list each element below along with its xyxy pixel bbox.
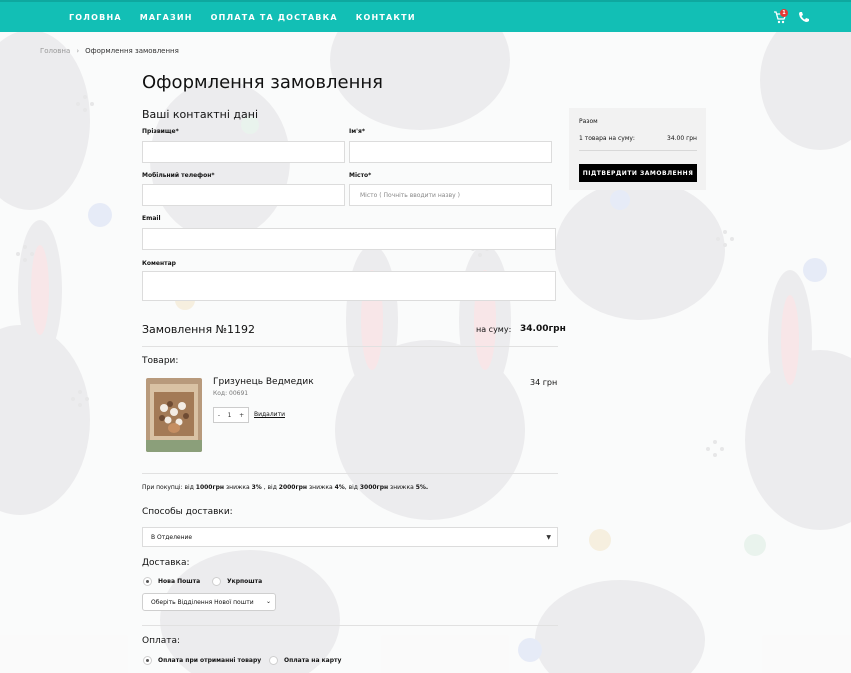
promo-threshold: 2000грн [278, 484, 308, 491]
nav-payment-delivery[interactable]: ОПЛАТА ТА ДОСТАВКА [211, 13, 338, 22]
comment-label: Коментар [142, 260, 176, 267]
order-sum-label: на суму: [476, 325, 512, 334]
payment-option-label: Оплата на карту [284, 657, 342, 664]
surname-field[interactable] [142, 141, 345, 163]
city-field[interactable]: Місто ( Почніть вводити назву ) [349, 184, 552, 206]
payment-cash-on-delivery[interactable]: Оплата при отриманні товару [143, 656, 261, 665]
summary-title: Разом [579, 118, 598, 125]
payment-option-label: Оплата при отриманні товару [158, 657, 262, 664]
promo-text: , від [344, 484, 360, 491]
phone-field[interactable] [142, 184, 345, 206]
quantity-stepper: - 1 + [213, 407, 249, 423]
confirm-order-button[interactable]: ПІДТВЕРДИТИ ЗАМОВЛЕННЯ [579, 164, 697, 182]
qty-minus-button[interactable]: - [218, 412, 220, 419]
promo-text: знижка [388, 484, 416, 491]
comment-textarea[interactable] [142, 271, 556, 301]
email-field[interactable] [142, 228, 556, 250]
order-summary: Разом 1 товара на суму: 34.00 грн ПІДТВЕ… [569, 108, 706, 190]
carrier-ukrposhta[interactable]: Укрпошта [212, 577, 262, 586]
promo-percent: 3% [251, 484, 262, 491]
discount-info: При покупці: від 1000грн знижка 3% , від… [142, 484, 428, 491]
delivery-methods-label: Способы доставки: [142, 507, 233, 517]
divider [142, 346, 558, 347]
carrier-label: Укрпошта [227, 578, 263, 585]
caret-down-icon: ▼ [546, 534, 551, 541]
breadcrumb-separator: › [76, 47, 80, 55]
qty-plus-button[interactable]: + [239, 412, 244, 419]
divider [579, 150, 697, 151]
promo-text: знижка [224, 484, 252, 491]
radio-icon [269, 656, 278, 665]
page-title: Оформлення замовлення [142, 72, 383, 93]
branch-select-value: Оберіть Відділення Нової пошти [151, 598, 254, 606]
carrier-nova-poshta[interactable]: Нова Пошта [143, 577, 200, 586]
product-code: Код: 00691 [213, 390, 249, 397]
product-image[interactable] [146, 378, 202, 452]
promo-threshold: 1000грн [195, 484, 225, 491]
breadcrumb-home[interactable]: Головна [40, 47, 70, 55]
cart-count-badge: 1 [780, 9, 788, 17]
name-label: Ім'я* [349, 128, 365, 135]
nav-home[interactable]: ГОЛОВНА [69, 13, 122, 22]
phone-icon[interactable] [798, 11, 810, 23]
qty-value[interactable]: 1 [228, 412, 232, 419]
divider [142, 473, 558, 474]
contacts-section-title: Ваші контактні дані [142, 108, 259, 121]
radio-selected-icon [143, 577, 152, 586]
nav-contacts[interactable]: КОНТАКТИ [356, 13, 416, 22]
order-sum: 34.00грн [520, 324, 566, 334]
delete-item-link[interactable]: Видалити [254, 411, 285, 418]
city-label: Місто* [349, 172, 372, 179]
breadcrumb-current: Оформлення замовлення [85, 47, 179, 55]
delivery-method-value: В Отделение [151, 533, 193, 541]
product-price: 34 грн [530, 378, 558, 387]
delivery-label: Доставка: [142, 558, 190, 568]
main-nav: ГОЛОВНА МАГАЗИН ОПЛАТА ТА ДОСТАВКА КОНТА… [69, 2, 434, 32]
promo-text: , від [261, 484, 279, 491]
surname-label: Прізвище* [142, 128, 179, 135]
order-header: Замовлення №1192 на суму: 34.00грн [142, 323, 566, 341]
product-name[interactable]: Гризунець Ведмедик [213, 377, 314, 387]
summary-items: 1 товара на суму: [579, 135, 635, 142]
chevron-down-icon: ⌄ [265, 598, 271, 605]
radio-icon [212, 577, 221, 586]
carrier-label: Нова Пошта [158, 578, 201, 585]
promo-threshold: 3000грн [359, 484, 389, 491]
payment-label: Оплата: [142, 636, 181, 646]
radio-selected-icon [143, 656, 152, 665]
promo-text: знижка [307, 484, 335, 491]
promo-percent: 5%. [415, 484, 429, 491]
top-nav-bar: ГОЛОВНА МАГАЗИН ОПЛАТА ТА ДОСТАВКА КОНТА… [0, 0, 851, 32]
summary-amount: 34.00 грн [667, 135, 697, 142]
payment-card[interactable]: Оплата на карту [269, 656, 341, 665]
nav-shop[interactable]: МАГАЗИН [140, 13, 193, 22]
divider [142, 625, 558, 626]
breadcrumb: Головна › Оформлення замовлення [40, 47, 179, 55]
delivery-method-select[interactable]: В Отделение ▼ [142, 527, 558, 547]
phone-label: Мобільний телефон* [142, 172, 215, 179]
branch-select[interactable]: Оберіть Відділення Нової пошти ⌄ [142, 593, 276, 611]
promo-text: При покупці: від [142, 484, 196, 491]
name-field[interactable] [349, 141, 552, 163]
order-number: Замовлення №1192 [142, 323, 256, 336]
promo-percent: 4% [334, 484, 345, 491]
email-label: Email [142, 215, 161, 222]
goods-label: Товари: [142, 356, 179, 366]
